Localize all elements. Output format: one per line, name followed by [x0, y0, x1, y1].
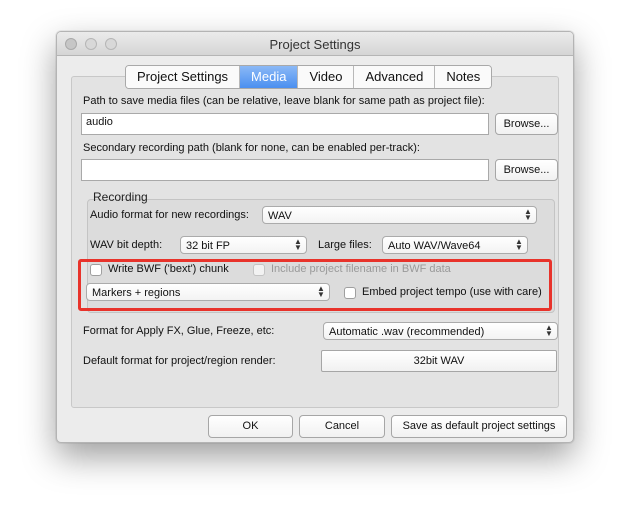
secondary-path-label: Secondary recording path (blank for none… — [83, 142, 420, 154]
large-files-label: Large files: — [318, 239, 372, 251]
apply-fx-format-value: Automatic .wav (recommended) — [329, 326, 485, 338]
tab-project-settings[interactable]: Project Settings — [126, 66, 241, 88]
tab-video[interactable]: Video — [298, 66, 355, 88]
title-bar: Project Settings — [57, 32, 573, 56]
render-format-button[interactable]: 32bit WAV — [321, 350, 557, 372]
wav-bit-depth-label: WAV bit depth: — [90, 239, 163, 251]
cancel-button[interactable]: Cancel — [299, 415, 385, 438]
audio-format-select[interactable]: WAV ▲ ▼ — [262, 206, 537, 224]
updown-chevron-icon: ▲ ▼ — [524, 207, 532, 222]
updown-chevron-icon: ▲ ▼ — [294, 237, 302, 252]
secondary-path-input[interactable] — [81, 159, 489, 181]
apply-fx-format-label: Format for Apply FX, Glue, Freeze, etc: — [83, 325, 275, 337]
render-format-label: Default format for project/region render… — [83, 355, 276, 367]
apply-fx-format-select[interactable]: Automatic .wav (recommended) ▲ ▼ — [323, 322, 558, 340]
secondary-path-browse-button[interactable]: Browse... — [495, 159, 558, 181]
media-path-label: Path to save media files (can be relativ… — [83, 95, 485, 107]
media-path-input[interactable]: audio — [81, 113, 489, 135]
tab-notes[interactable]: Notes — [435, 66, 492, 88]
large-files-value: Auto WAV/Wave64 — [388, 240, 481, 252]
updown-chevron-icon: ▲ ▼ — [515, 237, 523, 252]
wav-bit-depth-select[interactable]: 32 bit FP ▲ ▼ — [180, 236, 307, 254]
highlight-annotation-box — [78, 259, 552, 311]
tab-bar: Project Settings Media Video Advanced No… — [125, 65, 493, 89]
project-settings-window: Project Settings Project Settings Media … — [56, 31, 574, 443]
save-as-default-button[interactable]: Save as default project settings — [391, 415, 567, 438]
wav-bit-depth-value: 32 bit FP — [186, 240, 231, 252]
recording-group-title: Recording — [93, 190, 148, 204]
large-files-select[interactable]: Auto WAV/Wave64 ▲ ▼ — [382, 236, 528, 254]
audio-format-value: WAV — [268, 210, 292, 222]
audio-format-label: Audio format for new recordings: — [90, 209, 249, 221]
tab-advanced[interactable]: Advanced — [354, 66, 436, 88]
updown-chevron-icon: ▲ ▼ — [545, 323, 553, 338]
tab-media[interactable]: Media — [240, 66, 299, 88]
media-path-browse-button[interactable]: Browse... — [495, 113, 558, 135]
window-title: Project Settings — [269, 37, 361, 52]
ok-button[interactable]: OK — [208, 415, 293, 438]
